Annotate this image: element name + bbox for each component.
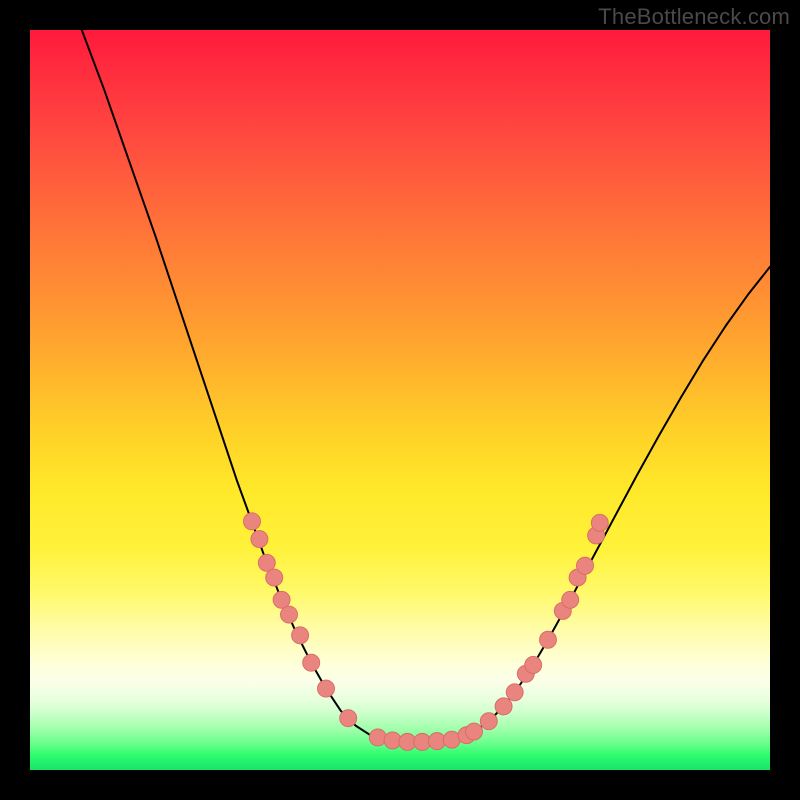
data-dot bbox=[525, 656, 542, 673]
data-dot bbox=[258, 554, 275, 571]
data-dot bbox=[369, 729, 386, 746]
data-dot bbox=[539, 631, 556, 648]
data-dot bbox=[428, 733, 445, 750]
data-dot bbox=[280, 606, 297, 623]
watermark-text: TheBottleneck.com bbox=[598, 4, 790, 30]
chart-frame: TheBottleneck.com bbox=[0, 0, 800, 800]
data-dot bbox=[465, 723, 482, 740]
data-dot bbox=[266, 569, 283, 586]
data-dot bbox=[340, 710, 357, 727]
data-dot bbox=[443, 731, 460, 748]
data-dot bbox=[591, 514, 608, 531]
chart-svg bbox=[30, 30, 770, 770]
data-dot bbox=[303, 654, 320, 671]
curve-path bbox=[82, 30, 770, 742]
plot-area bbox=[30, 30, 770, 770]
data-dot bbox=[251, 531, 268, 548]
data-dot bbox=[576, 557, 593, 574]
data-dot bbox=[562, 591, 579, 608]
data-dot bbox=[480, 713, 497, 730]
data-dot bbox=[506, 684, 523, 701]
data-dot bbox=[243, 513, 260, 530]
data-dot bbox=[292, 627, 309, 644]
data-dot bbox=[273, 591, 290, 608]
data-dot bbox=[384, 732, 401, 749]
data-dot bbox=[317, 680, 334, 697]
data-dot bbox=[495, 698, 512, 715]
